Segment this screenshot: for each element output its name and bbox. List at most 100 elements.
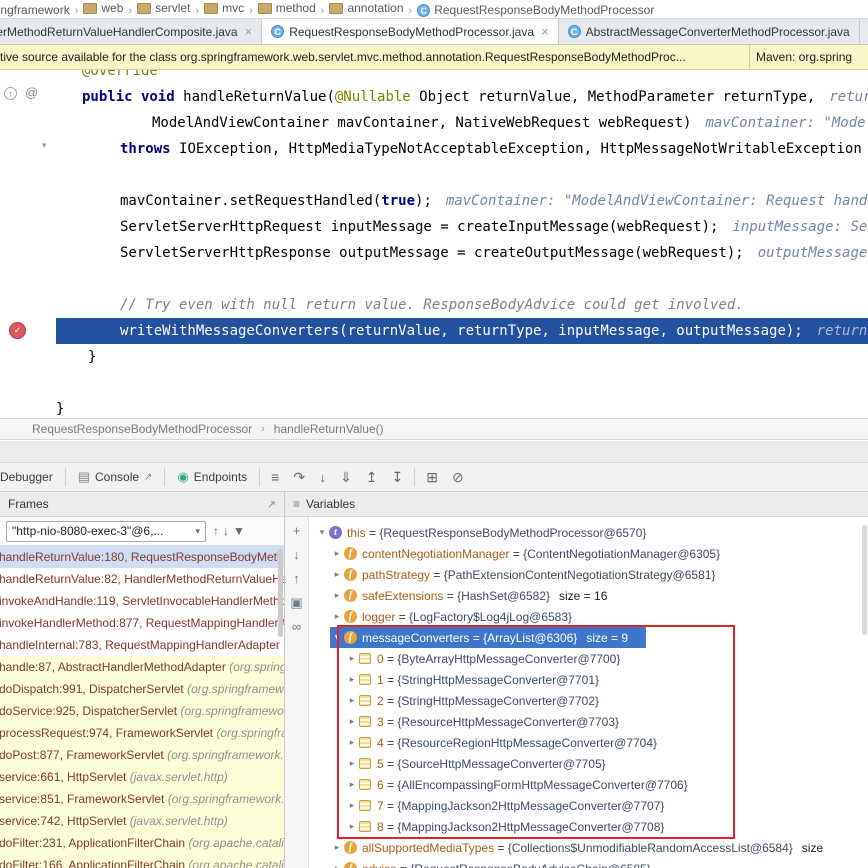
code-line[interactable] [56, 266, 868, 292]
variable-row[interactable]: ▸fcontentNegotiationManager = {ContentNe… [309, 543, 868, 564]
code-line[interactable]: ServletServerHttpResponse outputMessage … [56, 240, 868, 266]
show-execution-point-icon[interactable]: ≡ [271, 469, 279, 485]
thread-dropdown[interactable]: "http-nio-8080-exec-3"@6,... ▾ [6, 521, 206, 542]
code-area[interactable]: @Overridepublic void handleReturnValue(@… [0, 70, 868, 418]
close-icon[interactable]: × [245, 25, 253, 38]
chevron-right-icon[interactable]: ▸ [345, 653, 359, 664]
chevron-right-icon[interactable]: ▸ [330, 590, 344, 601]
chevron-right-icon[interactable]: ▸ [330, 569, 344, 580]
chevron-right-icon[interactable]: ▸ [345, 737, 359, 748]
frame-row[interactable]: doPost:877, FrameworkServlet (org.spring… [0, 744, 284, 766]
code-line[interactable]: // Try even with null return value. Resp… [56, 292, 868, 318]
breadcrumb-item-servlet[interactable]: servlet [135, 1, 192, 15]
override-marker-icon[interactable]: ↑ [4, 87, 17, 100]
code-line[interactable]: ModelAndViewContainer mavContainer, Nati… [56, 110, 868, 136]
tab-console[interactable]: ▤Console↗ [70, 463, 161, 491]
chevron-right-icon[interactable]: ▸ [345, 716, 359, 727]
variable-row[interactable]: ▸3 = {ResourceHttpMessageConverter@7703} [309, 711, 868, 732]
chevron-down-icon[interactable]: ▾ [330, 632, 344, 643]
code-line[interactable]: } [56, 344, 868, 370]
code-editor[interactable]: @Overridepublic void handleReturnValue(@… [0, 70, 868, 418]
breadcrumb-item-method[interactable]: method [256, 1, 318, 15]
frame-row[interactable]: processRequest:974, FrameworkServlet (or… [0, 722, 284, 744]
frames-list[interactable]: handleReturnValue:180, RequestResponseBo… [0, 546, 284, 868]
tab-debugger[interactable]: Debugger [0, 463, 61, 491]
code-line[interactable]: public void handleReturnValue(@Nullable … [56, 84, 868, 110]
code-line[interactable]: } [56, 396, 868, 418]
code-line[interactable]: @Override [56, 70, 868, 84]
editor-tab-1[interactable]: HandlerMethodReturnValueHandlerComposite… [0, 19, 262, 44]
variable-row[interactable]: ▸0 = {ByteArrayHttpMessageConverter@7700… [309, 648, 868, 669]
tab-endpoints[interactable]: ◉Endpoints [169, 463, 255, 491]
new-watch-icon[interactable]: + [293, 524, 301, 537]
variable-row[interactable]: ▸4 = {ResourceRegionHttpMessageConverter… [309, 732, 868, 753]
close-icon[interactable]: × [541, 25, 549, 38]
frame-row[interactable]: doFilter:166, ApplicationFilterChain (or… [0, 854, 284, 868]
step-over-icon[interactable]: ↷ [293, 469, 305, 486]
previous-frame-icon[interactable]: ↑ [213, 524, 219, 538]
chevron-right-icon[interactable]: ▸ [345, 758, 359, 769]
breadcrumb-item-annotation[interactable]: annotation [327, 1, 405, 15]
code-line[interactable] [56, 370, 868, 396]
chevron-right-icon[interactable]: ▸ [345, 695, 359, 706]
editor-tab-3[interactable]: CAbstractMessageConverterMethodProcessor… [559, 19, 860, 44]
editor-tab-2[interactable]: CRequestResponseBodyMethodProcessor.java… [262, 19, 558, 44]
frame-row[interactable]: handleReturnValue:82, HandlerMethodRetur… [0, 568, 284, 590]
variable-row[interactable]: ▸1 = {StringHttpMessageConverter@7701} [309, 669, 868, 690]
frame-row[interactable]: invokeHandlerMethod:877, RequestMappingH… [0, 612, 284, 634]
frame-row[interactable]: service:661, HttpServlet (javax.servlet.… [0, 766, 284, 788]
code-line[interactable]: ServletServerHttpRequest inputMessage = … [56, 214, 868, 240]
variable-row[interactable]: ▸flogger = {LogFactory$Log4jLog@6583} [309, 606, 868, 627]
breadcrumb-item-springframework[interactable]: springframework [0, 3, 72, 17]
variable-row[interactable]: ▸fadvice = {RequestResponseBodyAdviceCha… [309, 858, 868, 868]
frame-row[interactable]: invokeAndHandle:119, ServletInvocableHan… [0, 590, 284, 612]
chevron-right-icon[interactable]: ▸ [345, 674, 359, 685]
variable-row[interactable]: ▸5 = {SourceHttpMessageConverter@7705} [309, 753, 868, 774]
chevron-right-icon[interactable]: ▸ [330, 611, 344, 622]
variables-scrollbar[interactable] [862, 525, 867, 635]
chevron-right-icon[interactable]: ▸ [330, 863, 344, 868]
frame-row[interactable]: handle:87, AbstractHandlerMethodAdapter … [0, 656, 284, 678]
duplicate-watch-icon[interactable]: ▣ [290, 596, 302, 609]
evaluate-expression-icon[interactable]: ⊞ [426, 469, 438, 486]
move-watch-up-icon[interactable]: ↑ [293, 572, 300, 585]
variable-row[interactable]: ▾tthis = {RequestResponseBodyMethodProce… [309, 522, 868, 543]
variables-tree[interactable]: ▾tthis = {RequestResponseBodyMethodProce… [309, 517, 868, 868]
breadcrumb-item-web[interactable]: web [81, 1, 125, 15]
chevron-down-icon[interactable]: ▾ [315, 527, 329, 538]
variable-row[interactable]: ▸2 = {StringHttpMessageConverter@7702} [309, 690, 868, 711]
mute-breakpoints-icon[interactable]: ⊘ [452, 469, 464, 486]
code-line[interactable]: throws IOException, HttpMediaTypeNotAcce… [56, 136, 868, 162]
breadcrumb-item-RequestResponseBodyMethodProcessor[interactable]: CRequestResponseBodyMethodProcessor [415, 3, 656, 17]
open-in-new-icon[interactable]: ↗ [144, 472, 152, 483]
breadcrumb-item-mvc[interactable]: mvc [202, 1, 246, 15]
chevron-right-icon[interactable]: ▸ [345, 821, 359, 832]
execution-line[interactable]: writeWithMessageConverters(returnValue, … [56, 318, 868, 344]
next-frame-icon[interactable]: ↓ [223, 524, 229, 538]
breadcrumb-method[interactable]: handleReturnValue() [274, 422, 384, 436]
code-line[interactable] [56, 162, 868, 188]
frame-row[interactable]: service:742, HttpServlet (javax.servlet.… [0, 810, 284, 832]
show-watches-icon[interactable]: ∞ [292, 620, 301, 633]
step-into-icon[interactable]: ↓ [319, 469, 326, 485]
code-line[interactable]: mavContainer.setRequestHandled(true);mav… [56, 188, 868, 214]
restore-layout-icon[interactable]: ↗ [267, 498, 276, 511]
variable-row[interactable]: ▸7 = {MappingJackson2HttpMessageConverte… [309, 795, 868, 816]
layout-settings-icon[interactable]: ≡ [293, 497, 300, 511]
variable-row[interactable]: ▸fpathStrategy = {PathExtensionContentNe… [309, 564, 868, 585]
variable-row[interactable]: ▾fmessageConverters = {ArrayList@6306}si… [309, 627, 868, 648]
fold-marker-icon[interactable]: ▾ [42, 140, 47, 151]
frame-row[interactable]: handleInternal:783, RequestMappingHandle… [0, 634, 284, 656]
force-step-into-icon[interactable]: ⇓ [340, 469, 352, 486]
banner-source-selector[interactable]: Maven: org.spring [749, 45, 868, 69]
chevron-right-icon[interactable]: ▸ [330, 842, 344, 853]
chevron-right-icon[interactable]: ▸ [345, 800, 359, 811]
frame-row[interactable]: handleReturnValue:180, RequestResponseBo… [0, 546, 284, 568]
step-out-icon[interactable]: ↥ [366, 469, 378, 486]
variable-row[interactable]: ▸fsafeExtensions = {HashSet@6582}size = … [309, 585, 868, 606]
frames-scrollbar[interactable] [278, 549, 283, 637]
breadcrumb-class[interactable]: RequestResponseBodyMethodProcessor [32, 422, 252, 436]
move-watch-down-icon[interactable]: ↓ [293, 548, 300, 561]
variable-row[interactable]: ▸fallSupportedMediaTypes = {Collections$… [309, 837, 868, 858]
frame-row[interactable]: doDispatch:991, DispatcherServlet (org.s… [0, 678, 284, 700]
